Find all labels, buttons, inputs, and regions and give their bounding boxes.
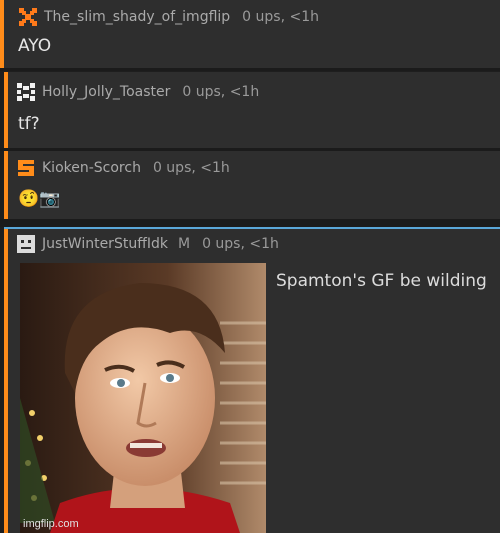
username[interactable]: Holly_Jolly_Toaster <box>42 84 170 100</box>
comment-emoji-text: 🤨📷 <box>18 189 61 209</box>
username[interactable]: JustWinterStuffIdk <box>42 236 168 252</box>
vote-meta: 0 ups, <1h <box>242 9 319 25</box>
face-avatar-icon[interactable] <box>16 234 36 254</box>
divider <box>0 219 500 227</box>
comment-header: JustWinterStuffIdk M 0 ups, <1h <box>16 233 279 255</box>
divider <box>0 68 500 71</box>
comment-header: Kioken-Scorch 0 ups, <1h <box>16 157 230 179</box>
comment-header: Holly_Jolly_Toaster 0 ups, <1h <box>16 81 259 103</box>
s-letter-avatar-icon[interactable] <box>16 158 36 178</box>
comment-1: The_slim_shady_of_imgflip 0 ups, <1h AYO <box>0 0 500 68</box>
comment-3: Kioken-Scorch 0 ups, <1h 🤨📷 <box>4 151 500 219</box>
comment-image[interactable]: imgflip.com <box>20 263 266 533</box>
comment-text: tf? <box>18 114 40 134</box>
comment-2: Holly_Jolly_Toaster 0 ups, <1h tf? <box>4 72 500 148</box>
comment-header: The_slim_shady_of_imgflip 0 ups, <1h <box>18 6 319 28</box>
username[interactable]: The_slim_shady_of_imgflip <box>44 9 230 25</box>
image-caption: Spamton's GF be wilding <box>276 271 487 291</box>
watermark: imgflip.com <box>23 518 79 530</box>
highlight-line <box>4 227 500 229</box>
mod-badge: M <box>177 236 191 252</box>
comment-text: AYO <box>18 36 52 56</box>
username[interactable]: Kioken-Scorch <box>42 160 141 176</box>
portrait-image-icon <box>20 263 266 533</box>
comment-4: JustWinterStuffIdk M 0 ups, <1h imgflip.… <box>4 227 500 533</box>
checker-avatar-icon[interactable] <box>16 82 36 102</box>
vote-meta: 0 ups, <1h <box>152 160 230 176</box>
vote-meta: 0 ups, <1h <box>182 84 260 100</box>
vote-meta: 0 ups, <1h <box>202 236 279 252</box>
x-pattern-avatar-icon[interactable] <box>18 7 38 27</box>
